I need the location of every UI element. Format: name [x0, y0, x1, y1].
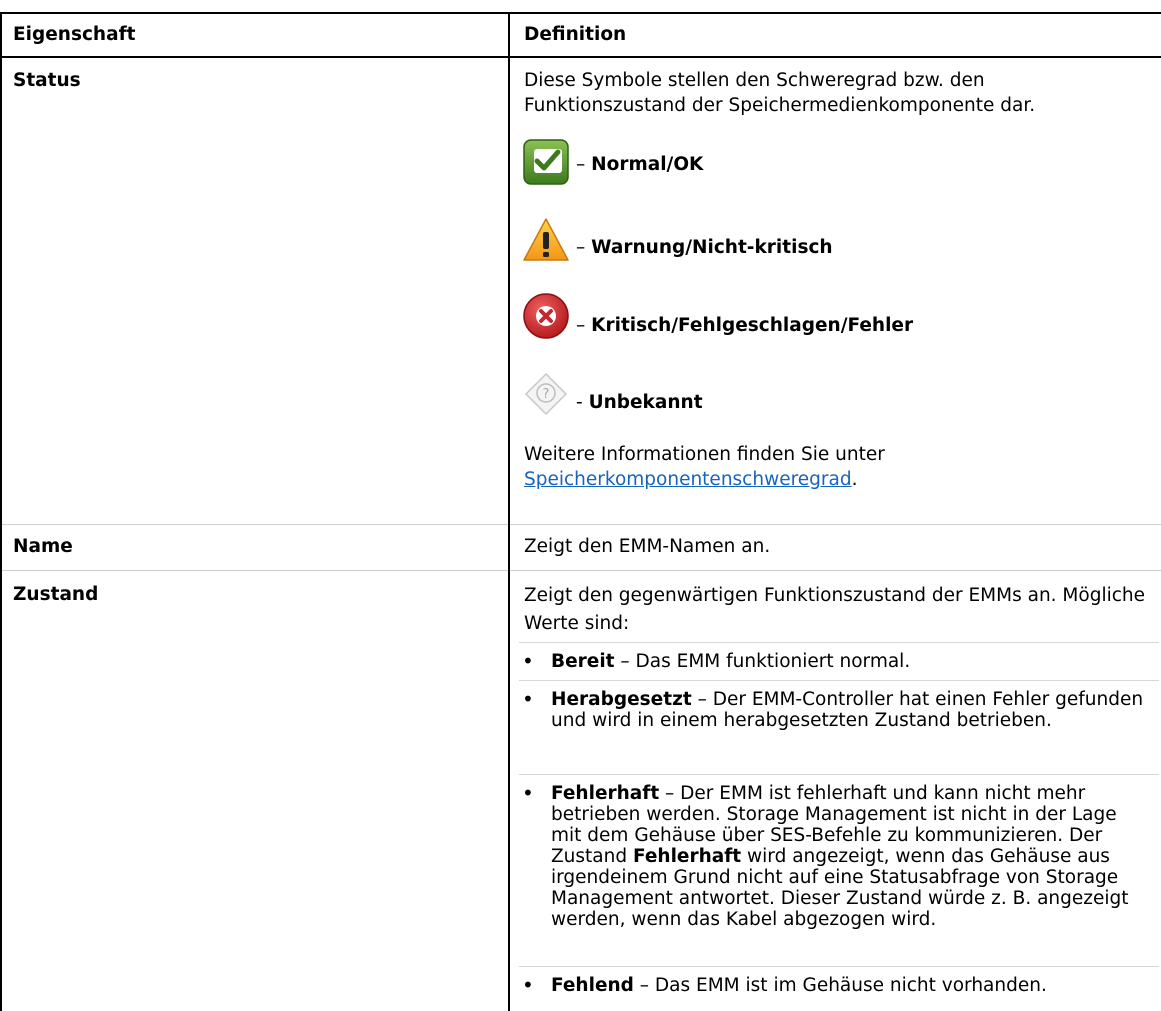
list-item: • Fehlerhaft – Der EMM ist fehlerhaft un… [519, 774, 1159, 965]
check-icon [523, 139, 569, 185]
warning-icon [523, 218, 569, 261]
header-property: Eigenschaft [13, 24, 136, 45]
status-unknown-label: - Unbekannt [576, 392, 703, 413]
row-zustand-property: Zustand [13, 584, 99, 605]
header-definition: Definition [524, 24, 627, 45]
row-status-property: Status [13, 70, 81, 91]
row-divider [0, 524, 1161, 525]
table-top-border [0, 12, 1161, 14]
severity-link[interactable]: Speicherkomponentenschweregrad [524, 469, 852, 490]
status-critical-label: – Kritisch/Fehlgeschlagen/Fehler [576, 315, 914, 336]
status-normal-label: – Normal/OK [576, 154, 704, 175]
status-more-info: Weitere Informationen finden Sie unter S… [524, 444, 885, 490]
error-icon [523, 293, 569, 339]
header-bottom-border [0, 56, 1161, 58]
list-item: • Bereit – Das EMM funktioniert normal. [519, 642, 1159, 679]
list-item: • Fehlend – Das EMM ist im Gehäuse nicht… [519, 966, 1159, 1007]
unknown-icon: ? [524, 372, 568, 416]
row-name-property: Name [13, 536, 73, 557]
row-name-definition: Zeigt den EMM-Namen an. [524, 536, 771, 557]
row-zustand-intro: Zeigt den gegenwärtigen Funktionszustand… [524, 585, 1146, 634]
column-divider [508, 12, 510, 1011]
svg-text:?: ? [543, 387, 550, 402]
table-left-border [0, 12, 2, 1011]
row-status-intro: Diese Symbole stellen den Schweregrad bz… [524, 70, 1036, 116]
list-item: • Herabgesetzt – Der EMM-Controller hat … [519, 680, 1159, 773]
status-warning-label: – Warnung/Nicht-kritisch [576, 237, 833, 258]
row-divider [0, 570, 1161, 571]
